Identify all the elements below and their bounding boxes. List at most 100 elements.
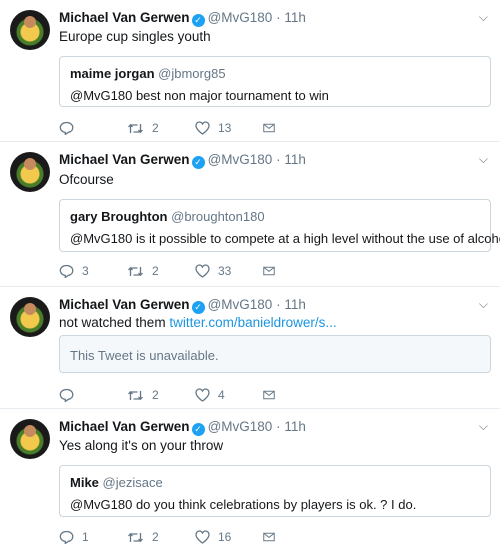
tweet-header: Michael Van Gerwen ✓ @MvG180 · 11h bbox=[59, 152, 306, 169]
quoted-author-handle: @jbmorg85 bbox=[158, 66, 226, 81]
tweet-header: Michael Van Gerwen ✓ @MvG180 · 11h bbox=[59, 297, 306, 314]
unavailable-notice: This Tweet is unavailable. bbox=[70, 348, 219, 363]
tweet-header: Michael Van Gerwen ✓ @MvG180 · 11h bbox=[59, 10, 306, 27]
quoted-author-name: gary Broughton bbox=[70, 209, 168, 224]
avatar[interactable] bbox=[10, 10, 50, 50]
author-handle[interactable]: @MvG180 bbox=[208, 10, 273, 25]
tweet-text: Europe cup singles youth bbox=[59, 29, 211, 44]
retweet-count: 2 bbox=[152, 388, 159, 402]
reply-button[interactable] bbox=[59, 121, 127, 135]
retweet-button[interactable]: 2 bbox=[127, 388, 195, 402]
chevron-down-icon[interactable]: ⌵ bbox=[479, 152, 488, 167]
chevron-down-icon[interactable]: ⌵ bbox=[479, 419, 488, 434]
retweet-button[interactable]: 2 bbox=[127, 121, 195, 135]
retweet-button[interactable]: 2 bbox=[127, 530, 195, 544]
tweet-header: Michael Van Gerwen ✓ @MvG180 · 11h bbox=[59, 419, 306, 436]
quoted-author-handle: @jezisace bbox=[102, 475, 163, 490]
retweet-count: 2 bbox=[152, 264, 159, 278]
verified-badge-icon: ✓ bbox=[191, 14, 205, 27]
separator: · bbox=[276, 10, 281, 25]
reply-icon bbox=[59, 264, 74, 278]
reply-icon bbox=[59, 530, 74, 544]
quoted-text: @MvG180 is it possible to compete at a h… bbox=[70, 231, 500, 246]
tweet-actions: 1 2 16 bbox=[59, 530, 283, 544]
tweet-text: Yes along it's on your throw bbox=[59, 438, 224, 453]
quoted-author-handle: @broughton180 bbox=[171, 209, 265, 224]
like-button[interactable]: 16 bbox=[195, 530, 263, 544]
author-handle[interactable]: @MvG180 bbox=[208, 297, 273, 312]
retweet-count: 2 bbox=[152, 121, 159, 135]
retweet-icon bbox=[128, 123, 143, 133]
separator: · bbox=[276, 297, 281, 312]
quoted-text: @MvG180 best non major tournament to win bbox=[70, 88, 329, 103]
direct-message-button[interactable] bbox=[263, 530, 283, 544]
retweet-icon bbox=[128, 532, 143, 542]
reply-count: 3 bbox=[82, 264, 89, 278]
like-button[interactable]: 33 bbox=[195, 264, 263, 278]
timestamp[interactable]: 11h bbox=[284, 419, 306, 434]
envelope-icon bbox=[263, 266, 275, 276]
tweet-4[interactable]: Michael Van Gerwen ✓ @MvG180 · 11h ⌵ Yes a… bbox=[0, 409, 500, 550]
like-count: 13 bbox=[218, 121, 232, 135]
like-count: 33 bbox=[218, 264, 232, 278]
author-name[interactable]: Michael Van Gerwen bbox=[59, 419, 190, 434]
verified-badge-icon: ✓ bbox=[191, 301, 205, 314]
tweet-text: not watched them twitter.com/banieldrowe… bbox=[59, 315, 337, 330]
avatar[interactable] bbox=[10, 297, 50, 337]
tweet-3[interactable]: Michael Van Gerwen ✓ @MvG180 · 11h ⌵ not w… bbox=[0, 287, 500, 409]
heart-icon bbox=[195, 530, 210, 544]
like-button[interactable]: 4 bbox=[195, 388, 263, 402]
avatar[interactable] bbox=[10, 152, 50, 192]
reply-icon bbox=[59, 121, 74, 135]
tweet-2[interactable]: Michael Van Gerwen ✓ @MvG180 · 11h ⌵ Ofcou… bbox=[0, 142, 500, 287]
separator: · bbox=[276, 152, 281, 167]
separator: · bbox=[276, 419, 281, 434]
like-button[interactable]: 13 bbox=[195, 121, 263, 135]
timestamp[interactable]: 11h bbox=[284, 152, 306, 167]
avatar[interactable] bbox=[10, 419, 50, 459]
author-name[interactable]: Michael Van Gerwen bbox=[59, 152, 190, 167]
retweet-count: 2 bbox=[152, 530, 159, 544]
direct-message-button[interactable] bbox=[263, 264, 283, 278]
quoted-tweet[interactable]: Mike @jezisace @MvG180 do you think cele… bbox=[59, 465, 491, 517]
quoted-tweet[interactable]: gary Broughton @broughton180 @MvG180 is … bbox=[59, 199, 500, 252]
author-handle[interactable]: @MvG180 bbox=[208, 152, 273, 167]
quoted-author-name: Mike bbox=[70, 475, 99, 490]
tweet-actions: 2 13 bbox=[59, 121, 283, 135]
quoted-author-name: maime jorgan bbox=[70, 66, 155, 81]
envelope-icon bbox=[263, 532, 275, 542]
chevron-down-icon[interactable]: ⌵ bbox=[479, 10, 488, 25]
quoted-text: @MvG180 do you think celebrations by pla… bbox=[70, 497, 417, 512]
verified-badge-icon: ✓ bbox=[191, 423, 205, 436]
retweet-icon bbox=[128, 390, 143, 400]
reply-button[interactable]: 3 bbox=[59, 264, 127, 278]
timestamp[interactable]: 11h bbox=[284, 10, 306, 25]
reply-icon bbox=[59, 388, 74, 402]
direct-message-button[interactable] bbox=[263, 121, 283, 135]
like-count: 4 bbox=[218, 388, 225, 402]
quoted-tweet[interactable]: maime jorgan @jbmorg85 @MvG180 best non … bbox=[59, 56, 491, 107]
reply-count: 1 bbox=[82, 530, 89, 544]
envelope-icon bbox=[263, 123, 275, 133]
reply-button[interactable] bbox=[59, 388, 127, 402]
heart-icon bbox=[195, 388, 210, 402]
direct-message-button[interactable] bbox=[263, 388, 283, 402]
verified-badge-icon: ✓ bbox=[191, 156, 205, 169]
tweet-text: Ofcourse bbox=[59, 172, 114, 187]
tweet-text-prefix: not watched them bbox=[59, 315, 170, 330]
like-count: 16 bbox=[218, 530, 232, 544]
timestamp[interactable]: 11h bbox=[284, 297, 306, 312]
chevron-down-icon[interactable]: ⌵ bbox=[479, 297, 488, 312]
retweet-button[interactable]: 2 bbox=[127, 264, 195, 278]
unavailable-tweet-card: This Tweet is unavailable. bbox=[59, 335, 491, 373]
tweet-link[interactable]: twitter.com/banieldrower/s... bbox=[169, 315, 336, 330]
tweet-actions: 3 2 33 bbox=[59, 264, 283, 278]
retweet-icon bbox=[128, 266, 143, 276]
reply-button[interactable]: 1 bbox=[59, 530, 127, 544]
envelope-icon bbox=[263, 390, 275, 400]
author-handle[interactable]: @MvG180 bbox=[208, 419, 273, 434]
heart-icon bbox=[195, 121, 210, 135]
author-name[interactable]: Michael Van Gerwen bbox=[59, 10, 190, 25]
tweet-1[interactable]: Michael Van Gerwen ✓ @MvG180 · 11h ⌵ Europ… bbox=[0, 0, 500, 142]
author-name[interactable]: Michael Van Gerwen bbox=[59, 297, 190, 312]
